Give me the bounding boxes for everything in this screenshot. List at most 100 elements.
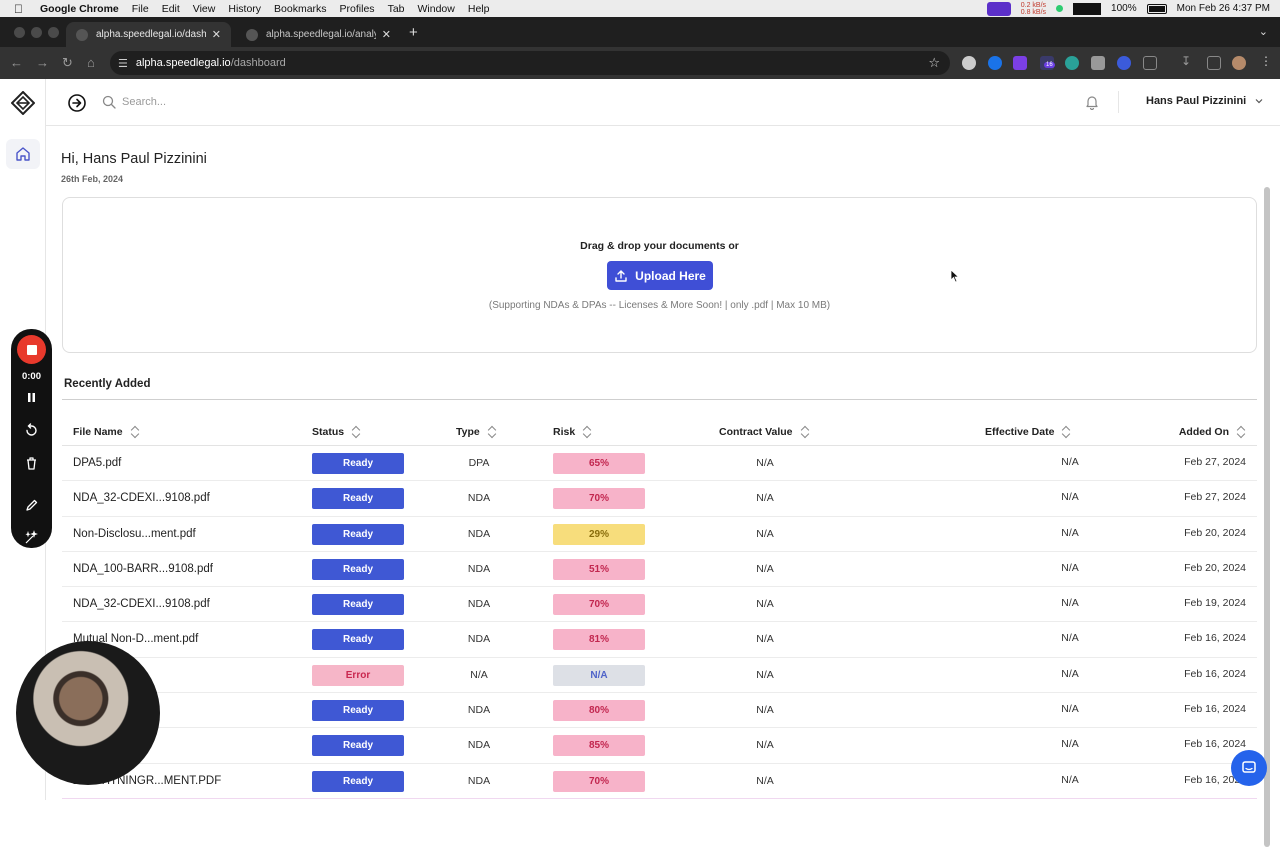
bookmark-star-icon[interactable]: ☆ bbox=[928, 55, 940, 71]
menubar-history[interactable]: History bbox=[228, 3, 261, 15]
menubar-edit[interactable]: Edit bbox=[162, 3, 180, 15]
pause-icon[interactable] bbox=[23, 389, 40, 406]
dropzone-hint: (Supporting NDAs & DPAs -- Licenses & Mo… bbox=[488, 300, 831, 311]
page-scrollbar[interactable] bbox=[1264, 187, 1270, 847]
column-risk[interactable]: Risk bbox=[553, 425, 592, 438]
menubar-file[interactable]: File bbox=[132, 3, 149, 15]
window-zoom-button[interactable] bbox=[48, 27, 59, 38]
browser-tab-analyzer[interactable]: alpha.speedlegal.io/analyzer/ ✕ bbox=[236, 22, 401, 47]
recording-controls: 0:00 bbox=[11, 329, 52, 548]
file-name[interactable]: NDA_32-CDEXI...9108.pdf bbox=[73, 492, 210, 504]
network-speed: 0.2 kB/s 0.8 kB/s bbox=[1021, 2, 1046, 16]
speedlegal-logo-icon[interactable] bbox=[11, 91, 35, 115]
user-menu[interactable]: Hans Paul Pizzinini bbox=[1146, 95, 1264, 107]
new-tab-button[interactable]: + bbox=[409, 24, 418, 41]
menubar-help[interactable]: Help bbox=[468, 3, 490, 15]
trash-icon[interactable] bbox=[23, 455, 40, 472]
window-close-button[interactable] bbox=[14, 27, 25, 38]
extension-icon[interactable] bbox=[1013, 56, 1027, 70]
file-name[interactable]: NDA_32-CDEXI...9108.pdf bbox=[73, 598, 210, 610]
browser-tab-dashboard[interactable]: alpha.speedlegal.io/dashboard ✕ bbox=[66, 22, 231, 47]
menubar-clock[interactable]: Mon Feb 26 4:37 PM bbox=[1177, 3, 1270, 14]
bell-icon[interactable] bbox=[1084, 94, 1100, 110]
restart-icon[interactable] bbox=[23, 422, 40, 439]
file-name[interactable]: DPA5.pdf bbox=[73, 457, 121, 469]
tab-search-chevron-icon[interactable]: ⌄ bbox=[1259, 25, 1268, 38]
table-row[interactable]: ...ent.pdfReadyNDA80%N/AN/AFeb 16, 2024 bbox=[62, 693, 1257, 729]
table-row[interactable]: ...MENT.PDFReadyNDA85%N/AN/AFeb 16, 2024 bbox=[62, 728, 1257, 764]
reload-icon[interactable]: ↻ bbox=[62, 55, 73, 71]
sort-icon[interactable] bbox=[582, 425, 592, 438]
column-file-name[interactable]: File Name bbox=[73, 425, 140, 438]
stop-recording-button[interactable] bbox=[17, 335, 46, 364]
file-name[interactable]: NDA_100-BARR...9108.pdf bbox=[73, 563, 213, 575]
profile-avatar[interactable] bbox=[1232, 56, 1246, 70]
table-row[interactable]: Mutual Non-D...ment.pdf Ready NDA 81% N/A N/A… bbox=[62, 622, 1257, 658]
upload-dropzone[interactable]: Drag & drop your documents or Upload Her… bbox=[62, 197, 1257, 353]
column-status[interactable]: Status bbox=[312, 425, 361, 438]
webcam-bubble[interactable] bbox=[16, 641, 160, 785]
home-icon bbox=[16, 147, 30, 161]
support-chat-button[interactable] bbox=[1231, 750, 1267, 786]
window-minimize-button[interactable] bbox=[31, 27, 42, 38]
site-info-icon[interactable]: ☰ bbox=[118, 57, 128, 70]
document-type: NDA bbox=[467, 527, 491, 540]
table-row[interactable]: NDA_32-CDEXI...9108.pdf Ready NDA 70% N/A N/A… bbox=[62, 481, 1257, 517]
sort-icon[interactable] bbox=[351, 425, 361, 438]
added-on-date: Feb 20, 2024 bbox=[1184, 561, 1246, 574]
table-row[interactable]: Error N/A N/A N/A N/A Feb 16, 2024 bbox=[62, 658, 1257, 694]
tab-close-icon[interactable]: ✕ bbox=[212, 28, 221, 41]
contract-value: N/A bbox=[756, 704, 774, 717]
column-label: Risk bbox=[553, 425, 576, 438]
collapse-arrow-icon[interactable] bbox=[68, 94, 86, 112]
upload-button[interactable]: Upload Here bbox=[607, 261, 713, 290]
column-contract-value[interactable]: Contract Value bbox=[719, 425, 810, 438]
extension-icon[interactable] bbox=[1065, 56, 1079, 70]
screen-recorder-icon[interactable] bbox=[986, 1, 1011, 16]
back-icon[interactable]: ← bbox=[10, 55, 23, 70]
status-badge: Ready bbox=[312, 523, 404, 545]
address-bar[interactable]: ☰ alpha.speedlegal.io/dashboard ☆ bbox=[110, 51, 950, 75]
menubar-profiles[interactable]: Profiles bbox=[340, 3, 375, 15]
extension-icon[interactable] bbox=[988, 56, 1002, 70]
sort-icon[interactable] bbox=[487, 425, 497, 438]
table-row[interactable]: Non-Disclosu...ment.pdf Ready NDA 29% N/A N/A… bbox=[62, 517, 1257, 552]
extension-icon[interactable] bbox=[1117, 56, 1131, 70]
home-page-icon[interactable]: ⌂ bbox=[87, 55, 95, 70]
menubar-view[interactable]: View bbox=[193, 3, 216, 15]
menubar-app-name[interactable]: Google Chrome bbox=[40, 3, 119, 15]
table-row[interactable]: DPA5.pdf Ready DPA 65% N/A N/A Feb 27, 2024 bbox=[62, 446, 1257, 482]
battery-icon[interactable] bbox=[1146, 3, 1167, 14]
effective-date: N/A bbox=[1061, 597, 1079, 610]
side-panel-icon[interactable] bbox=[1207, 56, 1221, 70]
extension-icon[interactable] bbox=[1091, 56, 1105, 70]
browser-menu-icon[interactable]: ⋮ bbox=[1260, 54, 1274, 68]
sort-icon[interactable] bbox=[130, 425, 140, 438]
column-type[interactable]: Type bbox=[456, 425, 497, 438]
table-row[interactable]: NDA_32-CDEXI...9108.pdf Ready NDA 70% N/A N/A… bbox=[62, 587, 1257, 623]
column-effective-date[interactable]: Effective Date bbox=[985, 425, 1071, 438]
apple-icon[interactable]:  bbox=[14, 2, 30, 16]
menubar-window[interactable]: Window bbox=[418, 3, 455, 15]
file-name[interactable]: Non-Disclosu...ment.pdf bbox=[73, 528, 196, 540]
extension-icon[interactable] bbox=[962, 56, 976, 70]
extension-badge-icon[interactable]: 16 bbox=[1040, 56, 1055, 70]
sidebar-item-home[interactable] bbox=[6, 139, 40, 169]
column-added-on[interactable]: Added On bbox=[1179, 425, 1246, 438]
sort-icon[interactable] bbox=[1236, 425, 1246, 438]
document-type: N/A bbox=[470, 668, 488, 681]
added-on-date: Feb 27, 2024 bbox=[1184, 456, 1246, 468]
menubar-bookmarks[interactable]: Bookmarks bbox=[274, 3, 327, 15]
table-row[interactable]: NDA_100-BARR...9108.pdf Ready NDA 51% N/A N/A… bbox=[62, 552, 1257, 588]
download-icon[interactable]: ↧ bbox=[1181, 54, 1195, 68]
effects-icon[interactable] bbox=[23, 529, 40, 546]
sort-icon[interactable] bbox=[1061, 425, 1071, 438]
tab-close-icon[interactable]: ✕ bbox=[382, 28, 391, 41]
menubar-tab[interactable]: Tab bbox=[388, 3, 405, 15]
pen-icon[interactable] bbox=[23, 497, 40, 514]
search-input[interactable] bbox=[122, 91, 422, 113]
extensions-puzzle-icon[interactable] bbox=[1143, 56, 1157, 70]
table-row[interactable]: 2-LIGHTNINGR...MENT.PDF Ready NDA 70% N/A N/A… bbox=[62, 764, 1257, 799]
forward-icon[interactable]: → bbox=[36, 55, 49, 70]
sort-icon[interactable] bbox=[800, 425, 810, 438]
